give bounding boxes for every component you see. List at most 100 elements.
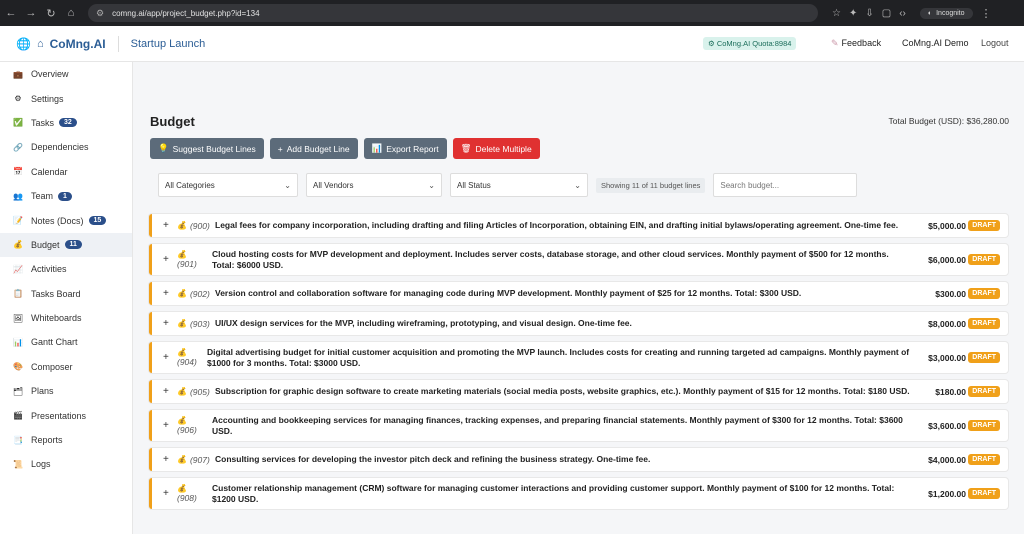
browser-tools: ☆ ✦ ⇩ ▢ ‹›: [832, 8, 906, 19]
sidebar-item-presentations[interactable]: 🎬 Presentations: [0, 403, 132, 427]
count-badge: 1: [58, 191, 72, 201]
sidebar-item-tasks[interactable]: ✅ Tasks 32: [0, 111, 132, 135]
sidebar-item-calendar[interactable]: 📅 Calendar: [0, 160, 132, 184]
line-amount: $180.00: [935, 386, 966, 397]
sidebar-item-tasks-board[interactable]: 📋 Tasks Board: [0, 282, 132, 306]
expand-icon[interactable]: +: [163, 288, 169, 299]
export-label: Export Report: [386, 143, 439, 154]
delete-label: Delete Multiple: [475, 143, 532, 154]
moneybag-icon: 💰: [177, 387, 187, 396]
budget-line-row[interactable]: + 💰 (905) Subscription for graphic design s…: [149, 380, 1008, 403]
sidebar-item-whiteboards[interactable]: 🖼 Whiteboards: [0, 306, 132, 330]
home-icon[interactable]: ⌂: [62, 7, 80, 20]
trash-icon: 🗑: [460, 143, 472, 153]
address-bar[interactable]: ⚙ comng.ai/app/project_budget.php?id=134: [88, 4, 818, 22]
bookmark-star-icon[interactable]: ☆: [832, 8, 841, 19]
budget-line-row[interactable]: + 💰 (900) Legal fees for company incorporat…: [149, 214, 1008, 237]
moneybag-icon: 💰: [177, 289, 187, 298]
status-badge: DRAFT: [968, 318, 1000, 329]
action-buttons: 💡 Suggest Budget Lines + Add Budget Line…: [150, 138, 540, 159]
expand-icon[interactable]: +: [163, 386, 169, 397]
sidebar-item-team[interactable]: 👥 Team 1: [0, 184, 132, 208]
sidebar-item-composer[interactable]: 🎨 Composer: [0, 355, 132, 379]
export-report-button[interactable]: 📊 Export Report: [363, 138, 447, 159]
incognito-badge[interactable]: ◐ Incognito: [919, 7, 973, 19]
sidebar-item-reports[interactable]: 📑 Reports: [0, 428, 132, 452]
brand[interactable]: 🌐 ⌂ CoMng.AI: [16, 37, 106, 51]
line-amount: $3,000.00: [928, 352, 966, 363]
user-name[interactable]: CoMng.AI Demo: [902, 38, 969, 48]
expand-icon[interactable]: +: [163, 254, 169, 265]
line-id-group: 💰 (902): [177, 289, 210, 299]
devtools-icon[interactable]: ‹›: [899, 8, 906, 19]
budget-line-row[interactable]: + 💰 (908) Customer relationship management …: [149, 478, 1008, 509]
whiteboard-icon: 🖼: [12, 313, 24, 323]
header-divider: [117, 35, 119, 52]
quota-text: CoMng.AI Quota:8984: [716, 39, 792, 48]
composer-icon: 🎨: [13, 362, 23, 372]
budget-line-row[interactable]: + 💰 (902) Version control and collaboration…: [149, 282, 1008, 305]
project-name[interactable]: Startup Launch: [131, 38, 206, 50]
line-id: (902): [189, 288, 210, 299]
budget-line-row[interactable]: + 💰 (903) UI/UX design services for the MVP…: [149, 312, 1008, 335]
line-amount: $5,000.00: [928, 220, 966, 231]
line-id-group: 💰 (908): [177, 484, 197, 503]
category-select[interactable]: All Categories ⌄: [158, 173, 298, 197]
expand-icon[interactable]: +: [163, 352, 169, 363]
tab-icon[interactable]: ▢: [882, 8, 891, 19]
status-badge: DRAFT: [968, 454, 1000, 465]
status-badge: DRAFT: [968, 386, 1000, 397]
sidebar-item-logs[interactable]: 📜 Logs: [0, 452, 132, 476]
report-icon: 📊: [371, 143, 383, 153]
sidebar-item-dependencies[interactable]: 🔗 Dependencies: [0, 135, 132, 159]
feedback-icon: ✎: [831, 38, 839, 48]
search-input[interactable]: [713, 173, 858, 197]
line-id: (904): [177, 357, 197, 367]
plans-icon: 🗂: [12, 386, 24, 396]
feedback-link[interactable]: ✎ Feedback: [831, 38, 881, 49]
line-description: Customer relationship management (CRM) s…: [212, 482, 895, 504]
sidebar-item-activities[interactable]: 📈 Activities: [0, 257, 132, 281]
expand-icon[interactable]: +: [163, 220, 169, 231]
status-badge: DRAFT: [968, 420, 1000, 431]
sidebar-item-budget[interactable]: 💰 Budget 11: [0, 232, 132, 258]
back-icon[interactable]: ←: [2, 7, 20, 20]
line-description: UI/UX design services for the MVP, inclu…: [215, 318, 632, 328]
download-icon[interactable]: ⇩: [865, 8, 873, 19]
checkbox-icon: ✅: [13, 118, 23, 128]
notes-icon: 📝: [13, 216, 23, 226]
expand-icon[interactable]: +: [163, 488, 169, 499]
expand-icon[interactable]: +: [163, 420, 169, 431]
status-badge: DRAFT: [968, 288, 1000, 299]
sidebar-item-overview[interactable]: 💼 Overview: [0, 62, 132, 86]
status-select[interactable]: All Status ⌄: [450, 173, 588, 197]
budget-line-row[interactable]: + 💰 (901) Cloud hosting costs for MVP devel…: [149, 244, 1008, 275]
line-amount: $300.00: [935, 288, 966, 299]
feedback-label: Feedback: [841, 38, 882, 48]
quota-badge: ⚙ CoMng.AI Quota:8984: [703, 37, 797, 50]
forward-icon[interactable]: →: [22, 7, 40, 20]
expand-icon[interactable]: +: [163, 454, 169, 465]
site-info-icon[interactable]: ⚙: [96, 8, 104, 19]
sidebar-item-plans[interactable]: 🗂 Plans: [0, 379, 132, 403]
expand-icon[interactable]: +: [163, 318, 169, 329]
sidebar-item-notes-docs[interactable]: 📝 Notes (Docs) 15: [0, 208, 132, 232]
logout-link[interactable]: Logout: [981, 38, 1009, 48]
line-description: Version control and collaboration softwa…: [215, 288, 802, 298]
budget-line-row[interactable]: + 💰 (906) Accounting and bookkeeping servic…: [149, 410, 1008, 441]
sidebar-item-gantt-chart[interactable]: 📊 Gantt Chart: [0, 330, 132, 354]
sidebar-item-label: Dependencies: [31, 142, 89, 153]
budget-line-row[interactable]: + 💰 (907) Consulting services for developin…: [149, 448, 1008, 471]
suggest-budget-lines-button[interactable]: 💡 Suggest Budget Lines: [150, 138, 264, 159]
delete-multiple-button[interactable]: 🗑 Delete Multiple: [452, 138, 540, 159]
count-badge: 15: [88, 216, 107, 226]
browser-menu-icon[interactable]: ⋮: [981, 7, 992, 20]
line-id-group: 💰 (904): [177, 348, 197, 367]
vendor-select[interactable]: All Vendors ⌄: [306, 173, 442, 197]
extension-icon[interactable]: ✦: [849, 8, 857, 19]
budget-line-row[interactable]: + 💰 (904) Digital advertising budget for in…: [149, 342, 1008, 373]
reload-icon[interactable]: ↻: [42, 7, 60, 20]
sidebar-item-label: Overview: [31, 69, 69, 80]
add-budget-line-button[interactable]: + Add Budget Line: [269, 138, 358, 159]
sidebar-item-settings[interactable]: ⚙ Settings: [0, 86, 132, 110]
